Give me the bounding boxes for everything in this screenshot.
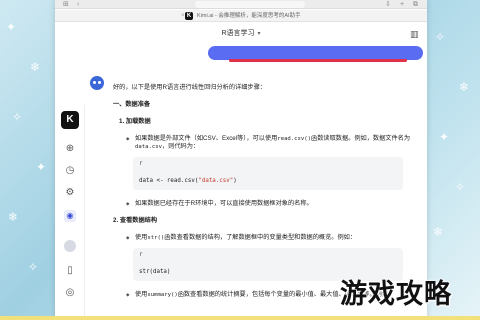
assistant-avatar <box>90 76 104 90</box>
chat-header: R语言学习 ▾ ▥ <box>55 23 427 45</box>
feedback-icon[interactable]: ◎ <box>64 287 76 299</box>
inline-code: read.csv() <box>277 136 312 142</box>
tab-bar: × K Kimi.ai - 会推理解析，能深度思考的AI助手 <box>55 10 427 22</box>
code-block[interactable]: r data <- read.csv("data.csv") <box>133 157 403 190</box>
annotation-underline <box>229 59 407 62</box>
phone-icon[interactable]: ▯ <box>64 265 76 277</box>
overlay-watermark-title: 游戏攻略 <box>340 279 452 309</box>
response-intro: 好的，以下是使用R语言进行线性回归分析的详细步骤： <box>113 84 266 91</box>
history-icon[interactable]: ◷ <box>64 165 76 177</box>
list-item: 使用str()函数查看数据的结构，了解数据框中的变量类型和数据的概览。例如： <box>113 234 413 242</box>
list-item: 如果数据已经存在于R环境中，可以直接使用数据框对象的名称。 <box>113 200 413 208</box>
sidebar-toggle-icon[interactable]: ▥ <box>410 23 419 45</box>
step-heading: 2. 查看数据结构 <box>113 217 158 224</box>
bottom-band <box>0 316 480 320</box>
download-icon[interactable]: ⇩ <box>385 0 391 9</box>
bullet-text: 如果数据是外部文件（如CSV、Excel等），可以使用 <box>135 135 278 142</box>
inline-code: data.csv <box>135 144 162 150</box>
bullet-text: 函数查看数据的结构，了解数据框中的变量类型和数据的概览。例如： <box>164 234 357 241</box>
kimi-favicon-icon: K <box>185 12 193 20</box>
bullet-text: 函数读取数据。例如，数据文件名为 <box>311 135 411 142</box>
chevron-down-icon: ▾ <box>257 31 261 37</box>
bullet-text: 使用 <box>135 234 148 241</box>
close-tab-icon[interactable]: × <box>181 10 185 22</box>
tabs-icon[interactable]: ⧉ <box>413 0 418 9</box>
left-rail: K ⊕ ◷ ⚙ ◉ ▯ ◎ <box>55 105 85 320</box>
discover-icon[interactable]: ⚙ <box>64 187 76 199</box>
chat-title: R语言学习 <box>221 30 255 37</box>
list-item: 如果数据是外部文件（如CSV、Excel等），可以使用read.csv()函数读… <box>113 135 413 151</box>
grid-icon[interactable]: ⊞ <box>63 0 69 9</box>
tab-title[interactable]: Kimi.ai - 会推理解析，能深度思考的AI助手 <box>197 10 301 22</box>
add-tab-icon[interactable]: + <box>400 0 404 9</box>
browser-toolbar: ⊞ ‹ ⇩ + ⧉ <box>55 0 427 9</box>
code-line: data <- read.csv("data.csv") <box>139 178 237 184</box>
inline-code: summary() <box>147 292 178 298</box>
left-decoration: ✦ ❄ ✧ ✦ ❄ ✧ <box>6 20 47 274</box>
code-language: r <box>139 252 143 258</box>
bullet-text: 使用 <box>135 291 148 298</box>
new-chat-icon[interactable]: ⊕ <box>64 143 76 155</box>
kimi-logo[interactable]: K <box>61 111 79 129</box>
robot-icon[interactable]: ◉ <box>64 210 76 222</box>
user-message-bubble <box>208 46 423 60</box>
inline-code: str() <box>147 235 165 241</box>
address-bar[interactable] <box>195 1 305 8</box>
profile-icon[interactable] <box>64 240 76 252</box>
step-heading: 1. 加载数据 <box>119 118 151 125</box>
back-icon[interactable]: ‹ <box>77 0 79 9</box>
code-language: r <box>139 161 143 167</box>
bullet-text: ，则代码为： <box>161 143 200 150</box>
section-heading: 一、数据准备 <box>113 101 151 108</box>
chat-title-button[interactable]: R语言学习 ▾ <box>55 23 427 45</box>
